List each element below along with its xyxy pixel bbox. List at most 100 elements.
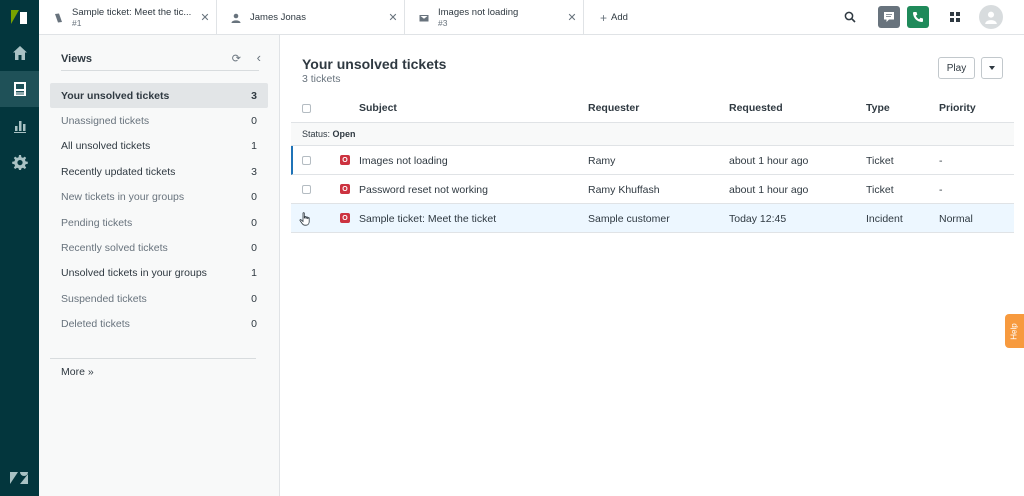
home-icon (12, 46, 27, 60)
view-label: New tickets in your groups (61, 191, 185, 204)
views-panel: Views ⟳ ‹ Your unsolved tickets 3 Unassi… (39, 35, 280, 496)
help-button[interactable]: Help (1005, 314, 1024, 348)
column-requester[interactable]: Requester (588, 102, 639, 114)
view-count: 0 (251, 292, 257, 305)
tab-james-jonas[interactable]: James Jonas ✕ (217, 0, 405, 35)
select-all-checkbox[interactable] (302, 104, 311, 113)
view-label: Recently solved tickets (61, 242, 168, 255)
ticket-type: Ticket (866, 155, 894, 167)
play-button[interactable]: Play (938, 57, 975, 79)
ticket-subject[interactable]: Sample ticket: Meet the ticket (359, 213, 496, 225)
zendesk-support-logo[interactable] (9, 8, 29, 26)
reporting-nav[interactable] (0, 108, 39, 144)
view-label: Pending tickets (61, 216, 133, 229)
view-item-recently-solved[interactable]: Recently solved tickets 0 (50, 235, 268, 260)
view-label: Unsolved tickets in your groups (61, 267, 207, 280)
view-item-recently-updated[interactable]: Recently updated tickets 3 (50, 159, 268, 184)
view-label: Your unsolved tickets (61, 89, 170, 102)
chat-button[interactable] (878, 6, 900, 28)
row-checkbox[interactable] (302, 156, 311, 165)
main-content: Your unsolved tickets 3 tickets Play Sub… (281, 35, 1024, 496)
view-count: 0 (251, 242, 257, 255)
product-rail (0, 0, 39, 496)
column-requested[interactable]: Requested (729, 102, 783, 114)
apps-grid-icon (950, 12, 960, 22)
close-icon[interactable]: ✕ (382, 11, 404, 24)
top-bar: Sample ticket: Meet the tic... #1 ✕ Jame… (39, 0, 1024, 35)
view-item-your-unsolved[interactable]: Your unsolved tickets 3 (50, 83, 268, 109)
help-label: Help (1009, 322, 1019, 340)
view-count: 0 (251, 191, 257, 204)
tab-subtitle: #1 (72, 17, 82, 28)
collapse-chevron-icon[interactable]: ‹ (257, 50, 261, 65)
view-count: 0 (251, 318, 257, 331)
view-label: Unassigned tickets (61, 115, 150, 128)
view-item-new-in-groups[interactable]: New tickets in your groups 0 (50, 185, 268, 210)
ticket-subject[interactable]: Images not loading (359, 155, 448, 167)
tab-title: Sample ticket: Meet the tic... (72, 6, 192, 18)
ticket-subject[interactable]: Password reset not working (359, 184, 488, 196)
ticket-requester: Ramy (588, 155, 616, 167)
reporting-icon (13, 121, 26, 133)
hand-cursor-icon (299, 212, 310, 226)
user-avatar-icon (985, 11, 997, 24)
tab-sample-ticket[interactable]: Sample ticket: Meet the tic... #1 ✕ (39, 0, 217, 35)
row-checkbox[interactable] (302, 185, 311, 194)
group-key: Status: (302, 129, 331, 139)
view-item-all-unsolved[interactable]: All unsolved tickets 1 (50, 134, 268, 159)
view-count: 0 (251, 115, 257, 128)
view-count: 0 (251, 216, 257, 229)
views-header: Views ⟳ ‹ (61, 50, 261, 71)
avatar[interactable] (979, 5, 1003, 29)
mail-icon (419, 13, 429, 23)
view-item-deleted[interactable]: Deleted tickets 0 (50, 312, 268, 337)
refresh-icon[interactable]: ⟳ (232, 52, 241, 65)
view-item-suspended[interactable]: Suspended tickets 0 (50, 286, 268, 311)
view-item-pending[interactable]: Pending tickets 0 (50, 210, 268, 235)
plus-icon: + (600, 10, 608, 25)
column-priority[interactable]: Priority (939, 102, 976, 114)
view-item-unassigned[interactable]: Unassigned tickets 0 (50, 108, 268, 133)
table-row[interactable]: O Sample ticket: Meet the ticket Sample … (291, 204, 1014, 233)
products-button[interactable] (944, 6, 966, 28)
zendesk-logo (10, 472, 28, 484)
tab-images-not-loading[interactable]: Images not loading #3 ✕ (405, 0, 584, 35)
talk-button[interactable] (907, 6, 929, 28)
status-badge: O (340, 184, 350, 194)
tab-title: Images not loading (438, 6, 519, 18)
ticket-requested: about 1 hour ago (729, 184, 809, 196)
table-row[interactable]: O Images not loading Ramy about 1 hour a… (291, 146, 1014, 175)
view-count: 1 (251, 267, 257, 280)
status-badge: O (340, 213, 350, 223)
play-options-button[interactable] (981, 57, 1003, 79)
close-icon[interactable]: ✕ (194, 11, 216, 24)
group-value: Open (332, 129, 356, 139)
more-views-link[interactable]: More » (61, 366, 94, 378)
admin-nav[interactable] (0, 144, 39, 180)
ticket-priority: - (939, 184, 943, 196)
view-list: Your unsolved tickets 3 Unassigned ticke… (50, 83, 268, 337)
search-icon (844, 11, 856, 23)
view-item-unsolved-in-groups[interactable]: Unsolved tickets in your groups 1 (50, 261, 268, 286)
column-type[interactable]: Type (866, 102, 890, 114)
view-count: 3 (251, 89, 257, 102)
home-nav[interactable] (0, 35, 39, 71)
view-label: Suspended tickets (61, 292, 147, 305)
ticket-requester: Sample customer (588, 213, 670, 225)
tab-label: James Jonas (250, 12, 382, 23)
tab-subtitle: #3 (438, 17, 448, 28)
column-subject[interactable]: Subject (359, 102, 397, 114)
view-count: 3 (251, 165, 257, 178)
ticket-requester: Ramy Khuffash (588, 184, 660, 196)
search-button[interactable] (839, 6, 861, 28)
tab-label: Images not loading #3 (438, 7, 561, 29)
table-row[interactable]: O Password reset not working Ramy Khuffa… (291, 175, 1014, 204)
close-icon[interactable]: ✕ (561, 11, 583, 24)
view-label: Deleted tickets (61, 318, 130, 331)
views-icon (13, 82, 26, 96)
chat-icon (884, 12, 894, 22)
add-tab-button[interactable]: + Add (600, 0, 628, 35)
views-nav[interactable] (0, 71, 39, 107)
admin-gear-icon (11, 155, 28, 170)
table-header: Subject Requester Requested Type Priorit… (291, 93, 1014, 123)
